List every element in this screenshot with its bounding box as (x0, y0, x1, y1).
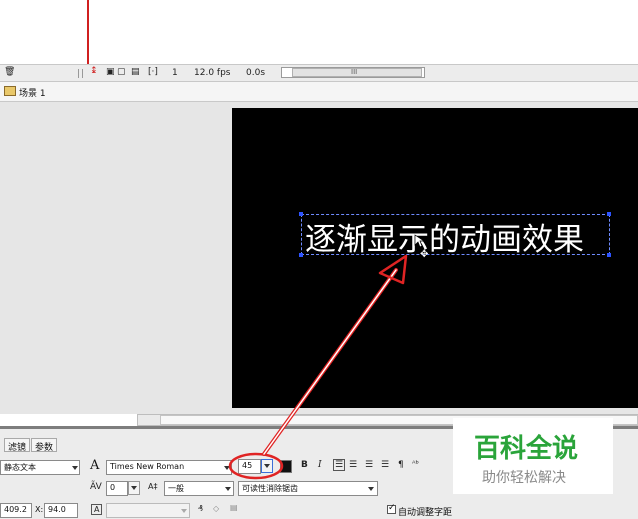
scene-clapper-icon (4, 86, 16, 96)
font-family-value: Times New Roman (110, 462, 185, 471)
center-frame-icon[interactable]: ↨ (90, 66, 98, 76)
tab-filters[interactable]: 滤镜 (4, 438, 30, 453)
move-cursor-icon (414, 234, 426, 248)
scene-bar: 场景 1 (0, 82, 638, 102)
thumb-grip: III (351, 68, 358, 76)
chevron-down-icon (224, 466, 230, 470)
align-left-icon[interactable]: ☰ (333, 459, 346, 471)
playhead[interactable] (87, 0, 89, 66)
text-type-value: 静态文本 (4, 463, 36, 472)
chevron-down-icon (225, 487, 231, 491)
edit-multiple-frames-icon[interactable]: ▤ (131, 67, 140, 77)
anti-alias-value: 可读性消除锯齿 (242, 484, 298, 493)
tab-parameters[interactable]: 参数 (31, 438, 57, 453)
divider (82, 69, 83, 78)
watermark-subtitle: 助你轻松解决 (482, 470, 566, 486)
width-value: 409.2 (4, 505, 27, 514)
url-link-field[interactable] (106, 503, 190, 518)
align-center-icon[interactable]: ☰ (349, 460, 357, 470)
current-frame: 1 (172, 68, 178, 78)
onion-skin-icon[interactable]: ▣ (106, 67, 115, 77)
scene-name[interactable]: 场景 1 (19, 86, 46, 99)
italic-icon[interactable]: I (318, 460, 322, 470)
letter-spacing-value: 0 (110, 483, 116, 492)
link-target-icon[interactable]: ₰ (198, 504, 203, 513)
trash-icon[interactable]: 🗑 (4, 67, 15, 77)
onion-outline-icon[interactable]: ▢ (117, 67, 126, 77)
text-color-swatch[interactable] (280, 460, 292, 473)
stage-text[interactable]: 逐渐显示的动画效果 (305, 214, 584, 259)
selection-handle-bl[interactable] (299, 253, 303, 257)
watermark-title: 百科全说 (474, 434, 579, 464)
anti-alias-select[interactable]: 可读性消除锯齿 (238, 481, 378, 496)
bold-icon[interactable]: B (301, 460, 308, 470)
chevron-down-icon (368, 487, 374, 491)
timeline-frames[interactable] (0, 0, 638, 64)
selection-handle-tl[interactable] (299, 212, 303, 216)
width-field[interactable]: 409.2 (0, 503, 32, 518)
chevron-down-icon (72, 466, 78, 470)
letter-spacing-field[interactable]: 0 (106, 481, 128, 496)
divider (78, 69, 79, 78)
modify-markers-icon[interactable]: [·] (148, 67, 158, 77)
font-size-field[interactable]: 45 (238, 459, 261, 474)
selection-handle-br[interactable] (607, 253, 611, 257)
x-value: 94.0 (48, 505, 66, 514)
letter-spacing-icon: ÃV (90, 482, 102, 492)
chevron-down-icon (264, 464, 270, 468)
selectable-text-icon[interactable]: A (91, 504, 103, 515)
frame-rate: 12.0 fps (194, 68, 231, 78)
elapsed-time: 0.0s (246, 68, 266, 78)
auto-kern-label: 自动调整字距 (398, 508, 453, 518)
chevron-down-icon (181, 509, 187, 513)
font-icon: A (90, 458, 100, 473)
font-size-value: 45 (242, 461, 253, 470)
chevron-down-icon (131, 486, 137, 490)
text-type-select[interactable]: 静态文本 (0, 460, 80, 475)
check-icon: ✓ (388, 503, 396, 513)
selection-handle-tr[interactable] (607, 212, 611, 216)
x-field[interactable]: 94.0 (44, 503, 78, 518)
x-label: X: (35, 505, 44, 514)
font-family-select[interactable]: Times New Roman (106, 460, 232, 475)
baseline-value: 一般 (168, 484, 184, 493)
letter-spacing-dropdown-button[interactable] (128, 481, 140, 495)
format-options-icon[interactable]: ▤ (230, 503, 238, 512)
text-direction-icon[interactable]: ᴬᵇ (412, 459, 419, 468)
paragraph-icon[interactable]: ¶ (398, 460, 404, 470)
align-right-icon[interactable]: ☰ (365, 460, 373, 470)
timeline-scroll-thumb[interactable]: III (292, 68, 422, 77)
show-border-icon[interactable]: ◇ (213, 504, 219, 513)
auto-kern-checkbox[interactable]: ✓ (387, 503, 396, 514)
align-justify-icon[interactable]: ☰ (381, 460, 389, 470)
baseline-select[interactable]: 一般 (164, 481, 234, 496)
move-arrows-icon: ✥ (420, 249, 429, 260)
font-size-dropdown-button[interactable] (261, 459, 273, 473)
baseline-icon: A‡ (148, 482, 158, 491)
